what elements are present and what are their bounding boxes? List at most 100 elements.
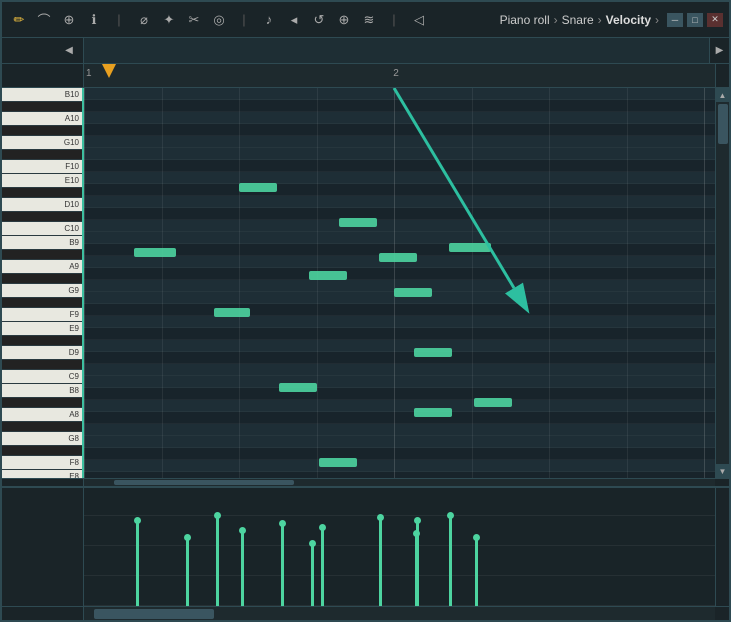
key-a9[interactable]: A9 <box>2 260 82 274</box>
velocity-bar[interactable] <box>186 538 189 606</box>
tool-mute[interactable]: ◎ <box>208 9 230 31</box>
key-a8[interactable]: A8 <box>2 408 82 422</box>
note[interactable] <box>309 271 347 280</box>
scroll-up-button[interactable]: ▲ <box>716 88 730 102</box>
tool-hook[interactable]: ⌒ <box>33 9 55 31</box>
velocity-grid[interactable] <box>84 488 715 606</box>
key-ds9[interactable] <box>2 336 82 346</box>
notes-container[interactable] <box>84 88 715 478</box>
maximize-button[interactable]: □ <box>687 13 703 27</box>
tool-scissors[interactable]: ✂ <box>183 9 205 31</box>
key-a10[interactable]: A10 <box>2 112 82 126</box>
ruler-label <box>2 64 84 87</box>
note[interactable] <box>474 398 512 407</box>
key-cs10[interactable] <box>2 212 82 222</box>
velocity-label-col <box>2 488 84 606</box>
key-fs8[interactable] <box>2 446 82 456</box>
key-d10[interactable]: D10 <box>2 198 82 212</box>
velocity-bar[interactable] <box>241 531 244 606</box>
velocity-panel <box>2 486 729 606</box>
tool-brush[interactable]: ⌀ <box>133 9 155 31</box>
key-gs10[interactable] <box>2 126 82 136</box>
key-f10[interactable]: F10 <box>2 160 82 174</box>
tool-select[interactable]: ✦ <box>158 9 180 31</box>
key-as8[interactable] <box>2 398 82 408</box>
key-e9[interactable]: E9 <box>2 322 82 336</box>
note[interactable] <box>449 243 491 252</box>
note[interactable] <box>394 288 432 297</box>
tool-arrow-left[interactable]: ◂ <box>283 9 305 31</box>
key-g10[interactable]: G10 <box>2 136 82 150</box>
note[interactable] <box>339 218 377 227</box>
playhead-marker <box>102 64 116 78</box>
note-grid[interactable] <box>84 88 715 478</box>
key-c9[interactable]: C9 <box>2 370 82 384</box>
key-f9[interactable]: F9 <box>2 308 82 322</box>
note[interactable] <box>214 308 250 317</box>
note[interactable] <box>279 383 317 392</box>
title-sep3: › <box>655 13 659 27</box>
velocity-bar[interactable] <box>475 538 478 606</box>
velocity-scrollbar[interactable] <box>715 488 729 606</box>
key-f8[interactable]: F8 <box>2 456 82 470</box>
key-gs8[interactable] <box>2 422 82 432</box>
key-b8[interactable]: B8 <box>2 384 82 398</box>
velocity-bar[interactable] <box>379 518 382 606</box>
velocity-bar[interactable] <box>321 528 324 606</box>
nav-left-button[interactable]: ◀ <box>59 38 79 63</box>
scroll-thumb[interactable] <box>718 104 728 144</box>
tool-zoom[interactable]: ⊕ <box>333 9 355 31</box>
note[interactable] <box>379 253 417 262</box>
hsplit-track <box>84 479 715 486</box>
note[interactable] <box>134 248 176 257</box>
note[interactable] <box>319 458 357 467</box>
key-e8[interactable]: E8 <box>2 470 82 478</box>
velocity-bar[interactable] <box>416 521 419 606</box>
tool-loop[interactable]: ↺ <box>308 9 330 31</box>
key-c10[interactable]: C10 <box>2 222 82 236</box>
key-cs9[interactable] <box>2 360 82 370</box>
nav-right-button[interactable]: ▶ <box>709 38 729 63</box>
scroll-down-button[interactable]: ▼ <box>716 464 730 478</box>
note[interactable] <box>414 408 452 417</box>
tool-wave[interactable]: ≋ <box>358 9 380 31</box>
vertical-scrollbar[interactable]: ▲ ▼ <box>715 88 729 478</box>
note[interactable] <box>239 183 277 192</box>
minimize-button[interactable]: ─ <box>667 13 683 27</box>
velocity-bar[interactable] <box>311 544 314 606</box>
close-button[interactable]: ✕ <box>707 13 723 27</box>
velocity-dot <box>447 512 454 519</box>
key-g9[interactable]: G9 <box>2 284 82 298</box>
title-velocity: Velocity <box>606 13 651 27</box>
key-fs9[interactable] <box>2 298 82 308</box>
key-fs10[interactable] <box>2 150 82 160</box>
key-ds10[interactable] <box>2 188 82 198</box>
tool-speaker2[interactable]: ◁ <box>408 9 430 31</box>
key-as9[interactable] <box>2 250 82 260</box>
key-gs9[interactable] <box>2 274 82 284</box>
hsplit-right <box>715 479 729 486</box>
tool-speaker[interactable]: ♪ <box>258 9 280 31</box>
tool-pencil[interactable]: ✏ <box>8 9 30 31</box>
tool-magnet[interactable]: ⊕ <box>58 9 80 31</box>
ruler-track[interactable]: 1 2 <box>84 64 715 87</box>
key-b10[interactable]: B10 <box>2 88 82 102</box>
key-as10[interactable] <box>2 102 82 112</box>
velocity-bar[interactable] <box>136 521 139 606</box>
tool-info[interactable]: ℹ <box>83 9 105 31</box>
key-e10[interactable]: E10 <box>2 174 82 188</box>
velocity-bar[interactable] <box>216 516 219 606</box>
velocity-dot <box>184 534 191 541</box>
hsplit-thumb[interactable] <box>114 480 294 485</box>
note[interactable] <box>414 348 452 357</box>
velocity-bar[interactable] <box>281 524 284 606</box>
key-b9[interactable]: B9 <box>2 236 82 250</box>
key-d9[interactable]: D9 <box>2 346 82 360</box>
main-content: B10 A10 G10 F10 E10 D10 C10 B9 A9 G9 F9 <box>2 88 729 478</box>
scroll-track[interactable] <box>716 102 729 464</box>
key-g8[interactable]: G8 <box>2 432 82 446</box>
horizontal-scrollbar[interactable] <box>2 606 729 620</box>
hscroll-thumb[interactable] <box>94 609 214 619</box>
hscroll-track[interactable] <box>84 607 715 620</box>
velocity-bar[interactable] <box>449 516 452 606</box>
